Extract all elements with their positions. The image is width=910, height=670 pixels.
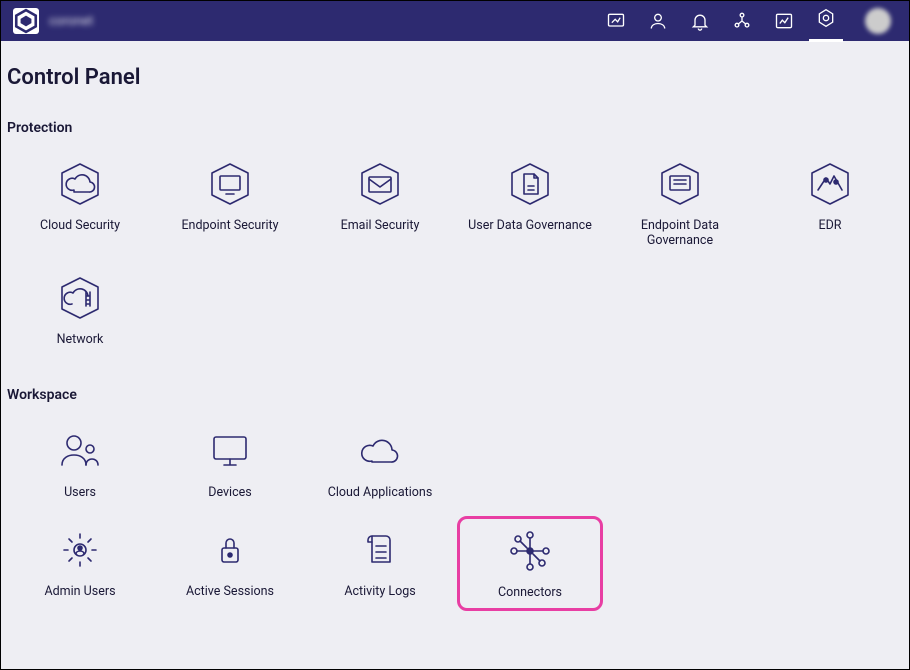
avatar[interactable] <box>865 8 891 34</box>
tile-label: Devices <box>208 485 251 500</box>
topbar-actions <box>605 8 897 34</box>
tile-label: Active Sessions <box>186 584 274 599</box>
tile-connectors[interactable]: Connectors <box>457 516 603 611</box>
tile-label: Admin Users <box>44 584 115 599</box>
protection-grid: Cloud Security Endpoint Security Email S… <box>7 150 903 355</box>
page-title: Control Panel <box>7 65 903 90</box>
admin-users-icon <box>54 524 106 576</box>
bell-icon[interactable] <box>689 10 711 32</box>
tile-endpoint-data-governance[interactable]: Endpoint Data Governance <box>607 150 753 256</box>
tile-label: Endpoint Security <box>181 218 278 233</box>
tile-active-sessions[interactable]: Active Sessions <box>157 516 303 611</box>
workspace-grid: Users Devices Cloud Applications Admin U… <box>7 417 903 611</box>
tile-label: Endpoint Data Governance <box>611 218 749 248</box>
activity-logs-icon <box>354 524 406 576</box>
devices-icon <box>204 425 256 477</box>
tile-label: Network <box>57 332 104 347</box>
section-title-protection: Protection <box>7 120 903 136</box>
content-area: Control Panel Protection Cloud Security … <box>1 41 909 669</box>
tile-label: Users <box>64 485 96 500</box>
tile-users[interactable]: Users <box>7 417 153 508</box>
nodes-icon[interactable] <box>731 10 753 32</box>
email-security-icon <box>354 158 406 210</box>
edr-icon <box>804 158 856 210</box>
tile-edr[interactable]: EDR <box>757 150 903 256</box>
connectors-icon <box>504 525 556 577</box>
cloud-security-icon <box>54 158 106 210</box>
cloud-applications-icon <box>354 425 406 477</box>
tile-cloud-security[interactable]: Cloud Security <box>7 150 153 256</box>
tile-endpoint-security[interactable]: Endpoint Security <box>157 150 303 256</box>
tile-activity-logs[interactable]: Activity Logs <box>307 516 453 611</box>
tile-label: Email Security <box>341 218 420 233</box>
tile-label: Cloud Applications <box>328 485 433 500</box>
dashboard-icon[interactable] <box>605 10 627 32</box>
users-icon <box>54 425 106 477</box>
user-icon[interactable] <box>647 10 669 32</box>
tile-user-data-governance[interactable]: User Data Governance <box>457 150 603 256</box>
user-data-governance-icon <box>504 158 556 210</box>
topbar: coronet <box>1 1 909 41</box>
gear-icon[interactable] <box>815 10 837 32</box>
tile-label: EDR <box>818 218 841 233</box>
active-sessions-icon <box>204 524 256 576</box>
tile-label: User Data Governance <box>468 218 592 233</box>
tile-label: Activity Logs <box>344 584 415 599</box>
brand-logo[interactable] <box>13 8 39 34</box>
endpoint-security-icon <box>204 158 256 210</box>
tile-admin-users[interactable]: Admin Users <box>7 516 153 611</box>
tile-label: Cloud Security <box>40 218 120 233</box>
tile-network[interactable]: Network <box>7 264 153 355</box>
tile-cloud-applications[interactable]: Cloud Applications <box>307 417 453 508</box>
hexagon-icon <box>13 8 39 34</box>
brand-name: coronet <box>49 14 93 29</box>
tile-label: Connectors <box>498 585 562 600</box>
endpoint-data-governance-icon <box>654 158 706 210</box>
chart-icon[interactable] <box>773 10 795 32</box>
tile-email-security[interactable]: Email Security <box>307 150 453 256</box>
section-title-workspace: Workspace <box>7 387 903 403</box>
network-icon <box>54 272 106 324</box>
tile-devices[interactable]: Devices <box>157 417 303 508</box>
